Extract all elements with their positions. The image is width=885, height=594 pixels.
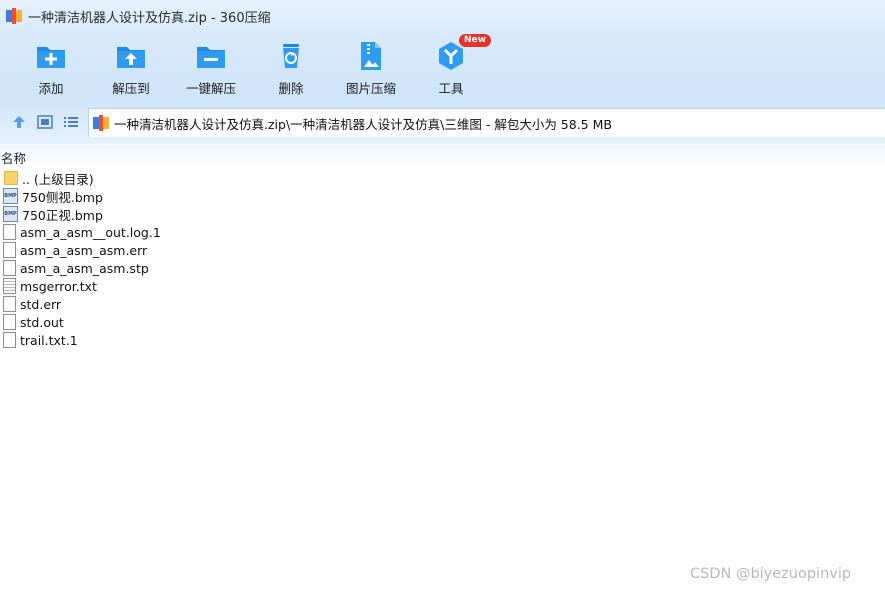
path-bar[interactable]: 一种清洁机器人设计及仿真.zip\一种清洁机器人设计及仿真\三维图 - 解包大小… xyxy=(88,108,885,137)
list-item[interactable]: std.err xyxy=(0,295,885,313)
list-item[interactable]: asm_a_asm_asm.err xyxy=(0,241,885,259)
file-name: std.err xyxy=(20,296,62,312)
list-item[interactable]: msgerror.txt xyxy=(0,277,885,295)
file-icon xyxy=(3,296,16,312)
delete-icon xyxy=(283,44,299,68)
folder-icon xyxy=(4,171,18,185)
archive-icon xyxy=(93,115,109,131)
extract-to-icon xyxy=(117,47,145,68)
file-icon xyxy=(3,260,16,276)
add-icon xyxy=(37,47,65,68)
file-icon xyxy=(3,242,16,258)
bmp-file-icon: BMP xyxy=(3,206,18,222)
file-icon xyxy=(3,314,16,330)
one-click-extract-icon xyxy=(197,47,225,68)
file-name: 750正视.bmp xyxy=(22,207,103,223)
extract-to-button[interactable]: 解压到 xyxy=(91,38,171,98)
file-name: asm_a_asm_asm.stp xyxy=(20,260,149,276)
image-compress-icon xyxy=(361,42,381,70)
file-name: std.out xyxy=(20,314,64,330)
list-item[interactable]: trail.txt.1 xyxy=(0,331,885,349)
new-badge: New xyxy=(459,34,491,47)
title-bar: 一种清洁机器人设计及仿真.zip - 360压缩 xyxy=(0,0,885,32)
add-button[interactable]: 添加 xyxy=(11,38,91,98)
tools-button-label: 工具 xyxy=(438,81,464,96)
text-file-icon xyxy=(3,278,16,294)
add-button-label: 添加 xyxy=(38,81,64,96)
file-name: asm_a_asm__out.log.1 xyxy=(20,224,161,240)
list-item[interactable]: std.out xyxy=(0,313,885,331)
path-text: 一种清洁机器人设计及仿真.zip\一种清洁机器人设计及仿真\三维图 - 解包大小… xyxy=(114,116,612,132)
list-item[interactable]: asm_a_asm_asm.stp xyxy=(0,259,885,277)
file-name: .. (上级目录) xyxy=(22,171,94,187)
list-item[interactable]: BMP 750正视.bmp xyxy=(0,205,885,223)
delete-button-label: 删除 xyxy=(278,81,304,96)
file-name: trail.txt.1 xyxy=(20,332,78,348)
watermark: CSDN @biyezuopinvip xyxy=(690,566,852,582)
tools-button[interactable]: New 工具 xyxy=(411,34,491,98)
file-icon xyxy=(3,224,16,240)
list-item[interactable]: BMP 750侧视.bmp xyxy=(0,187,885,205)
name-column-label: 名称 xyxy=(1,151,27,166)
file-icon xyxy=(3,332,16,348)
list-view-icon[interactable] xyxy=(63,114,79,130)
navigation-bar: 一种清洁机器人设计及仿真.zip\一种清洁机器人设计及仿真\三维图 - 解包大小… xyxy=(0,102,885,144)
list-item-parent-directory[interactable]: .. (上级目录) xyxy=(0,169,885,187)
name-column-header[interactable]: 名称 xyxy=(0,145,885,166)
app-logo-icon xyxy=(6,8,22,24)
file-name: 750侧视.bmp xyxy=(22,189,103,205)
list-item[interactable]: asm_a_asm__out.log.1 xyxy=(0,223,885,241)
window-title: 一种清洁机器人设计及仿真.zip - 360压缩 xyxy=(28,10,271,26)
thumbnail-view-icon[interactable] xyxy=(37,114,53,130)
image-compress-button-label: 图片压缩 xyxy=(345,81,396,96)
file-name: msgerror.txt xyxy=(20,278,97,294)
up-arrow-icon[interactable] xyxy=(11,114,27,130)
delete-button[interactable]: 删除 xyxy=(251,38,331,98)
file-list: .. (上级目录) BMP 750侧视.bmp BMP 750正视.bmp as… xyxy=(0,169,885,349)
bmp-file-icon: BMP xyxy=(3,188,18,204)
extract-to-button-label: 解压到 xyxy=(112,81,150,96)
image-compress-button[interactable]: 图片压缩 xyxy=(331,38,411,98)
one-click-extract-button-label: 一键解压 xyxy=(185,81,236,96)
toolbar: 添加 解压到 一键解压 删除 图片压缩 New 工具 xyxy=(0,32,885,102)
one-click-extract-button[interactable]: 一键解压 xyxy=(171,38,251,98)
file-name: asm_a_asm_asm.err xyxy=(20,242,148,258)
